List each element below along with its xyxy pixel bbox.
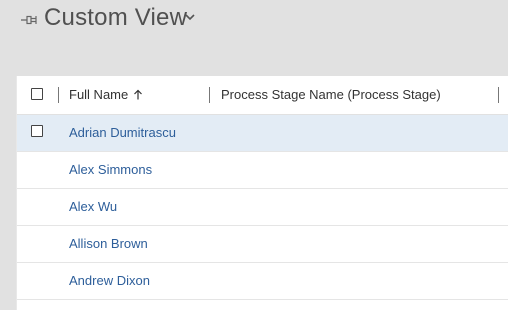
- arrow-up-icon: [134, 89, 143, 100]
- full-name-link[interactable]: Alex Wu: [69, 199, 117, 214]
- column-header-label: Full Name: [69, 87, 129, 102]
- column-header-full-name[interactable]: Full Name: [69, 87, 143, 102]
- row-checkbox[interactable]: [31, 125, 43, 137]
- column-separator[interactable]: [209, 87, 210, 103]
- table-row[interactable]: Allison Brown: [17, 226, 508, 263]
- chevron-down-icon[interactable]: [184, 12, 196, 22]
- column-separator[interactable]: [498, 87, 499, 103]
- table-row[interactable]: Alex Simmons: [17, 152, 508, 189]
- column-header-process-stage[interactable]: Process Stage Name (Process Stage): [221, 87, 441, 102]
- pin-icon[interactable]: [20, 13, 38, 27]
- full-name-link[interactable]: Andrew Dixon: [69, 273, 150, 288]
- full-name-link[interactable]: Adrian Dumitrascu: [69, 125, 176, 140]
- page: Custom View Full Name Process Stage Name…: [0, 0, 508, 310]
- table-row[interactable]: Adrian Dumitrascu: [17, 115, 508, 152]
- data-grid: Full Name Process Stage Name (Process St…: [16, 76, 508, 310]
- column-separator[interactable]: [58, 87, 59, 103]
- column-header-label: Process Stage Name (Process Stage): [221, 87, 441, 102]
- table-row[interactable]: Andrew Dixon: [17, 263, 508, 300]
- full-name-link[interactable]: Allison Brown: [69, 236, 148, 251]
- select-all-checkbox[interactable]: [31, 88, 43, 100]
- table-row[interactable]: Alex Wu: [17, 189, 508, 226]
- view-header: Custom View: [0, 0, 508, 60]
- view-title[interactable]: Custom View: [44, 4, 187, 32]
- full-name-link[interactable]: Alex Simmons: [69, 162, 152, 177]
- grid-header-row: Full Name Process Stage Name (Process St…: [17, 76, 508, 115]
